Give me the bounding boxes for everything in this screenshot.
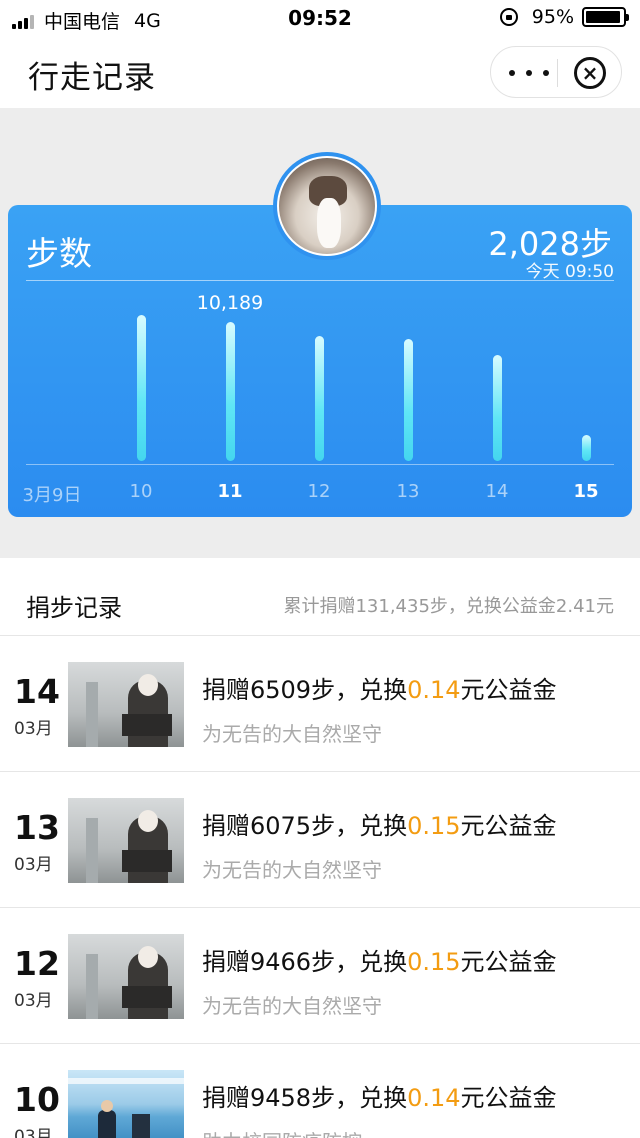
record-text-prefix: 捐赠9458步，兑换 [202, 1084, 408, 1112]
steps-updated-time: 今天 09:50 [525, 262, 614, 282]
record-day: 14 [14, 672, 60, 711]
donation-record[interactable]: 13 03月 捐赠6075步，兑换0.15元公益金 为无告的大自然坚守 [0, 772, 640, 908]
x-axis-label: 12 [307, 481, 331, 502]
battery-icon [582, 7, 629, 27]
battery-percent: 95% [531, 6, 574, 28]
x-axis-label: 13 [396, 481, 420, 502]
record-text: 捐赠6075步，兑换0.15元公益金 [202, 806, 557, 841]
donation-record[interactable]: 14 03月 捐赠6509步，兑换0.14元公益金 为无告的大自然坚守 [0, 636, 640, 772]
record-amount: 0.14 [407, 676, 461, 704]
record-text: 捐赠9466步，兑换0.15元公益金 [202, 942, 557, 977]
close-icon[interactable]: × [574, 57, 606, 89]
page-title: 行走记录 [28, 60, 156, 96]
record-amount: 0.14 [407, 1084, 461, 1112]
record-text-prefix: 捐赠6509步，兑换 [202, 676, 408, 704]
record-month: 03月 [14, 991, 53, 1011]
record-text-suffix: 元公益金 [460, 948, 557, 976]
nav-bar: 行走记录 × [0, 36, 640, 108]
chart-baseline [26, 464, 614, 465]
record-project: 为无告的大自然坚守 [202, 994, 382, 1018]
record-project: 助力校园防疫防控 [202, 1126, 362, 1138]
record-day: 10 [14, 1080, 60, 1119]
chart-bar [314, 336, 324, 461]
record-amount: 0.15 [407, 948, 461, 976]
status-right: 95% [499, 6, 629, 28]
chart-bar [136, 314, 146, 461]
status-bar: 中国电信 4G 09:52 95% [0, 0, 640, 36]
donation-title: 捐步记录 [26, 594, 122, 622]
chart-bar [225, 322, 235, 461]
chart-bar [492, 354, 502, 461]
capsule-divider [557, 59, 558, 87]
avatar[interactable] [273, 152, 381, 260]
chart-bar [403, 339, 413, 461]
record-day: 13 [14, 808, 60, 847]
x-axis-label: 11 [217, 481, 243, 502]
x-axis-label: 15 [573, 481, 599, 502]
record-project: 为无告的大自然坚守 [202, 858, 382, 882]
steps-card-title: 步数 [26, 234, 92, 273]
record-text-suffix: 元公益金 [460, 676, 557, 704]
donation-summary: 累计捐赠131,435步，兑换公益金2.41元 [283, 596, 614, 617]
record-month: 03月 [14, 1127, 53, 1138]
peak-value-label: 10,189 [196, 292, 264, 315]
donation-record[interactable]: 10 03月 捐赠9458步，兑换0.14元公益金 助力校园防疫防控 [0, 1044, 640, 1138]
record-text-prefix: 捐赠6075步，兑换 [202, 812, 408, 840]
record-text-suffix: 元公益金 [460, 812, 557, 840]
donation-record[interactable]: 12 03月 捐赠9466步，兑换0.15元公益金 为无告的大自然坚守 [0, 908, 640, 1044]
more-icon[interactable] [509, 47, 549, 99]
record-thumbnail [68, 934, 184, 1019]
x-axis-label: 10 [129, 481, 153, 502]
record-project: 为无告的大自然坚守 [202, 722, 382, 746]
record-month: 03月 [14, 855, 53, 875]
record-day: 12 [14, 944, 60, 983]
record-thumbnail [68, 1070, 184, 1138]
x-axis-label: 3月9日 [22, 485, 82, 506]
battery-fill [586, 11, 621, 23]
donation-header: 捐步记录 累计捐赠131,435步，兑换公益金2.41元 [0, 558, 640, 636]
chart-bar [581, 435, 591, 461]
record-text-prefix: 捐赠9466步，兑换 [202, 948, 408, 976]
record-text-suffix: 元公益金 [460, 1084, 557, 1112]
card-divider [26, 280, 614, 281]
record-thumbnail [68, 798, 184, 883]
record-text: 捐赠9458步，兑换0.14元公益金 [202, 1078, 557, 1113]
record-thumbnail [68, 662, 184, 747]
mini-program-capsule: × [490, 46, 622, 98]
x-axis-label: 14 [485, 481, 509, 502]
record-text: 捐赠6509步，兑换0.14元公益金 [202, 670, 557, 705]
record-amount: 0.15 [407, 812, 461, 840]
rotation-lock-icon [499, 8, 518, 26]
record-month: 03月 [14, 719, 53, 739]
avatar-image [277, 156, 377, 256]
